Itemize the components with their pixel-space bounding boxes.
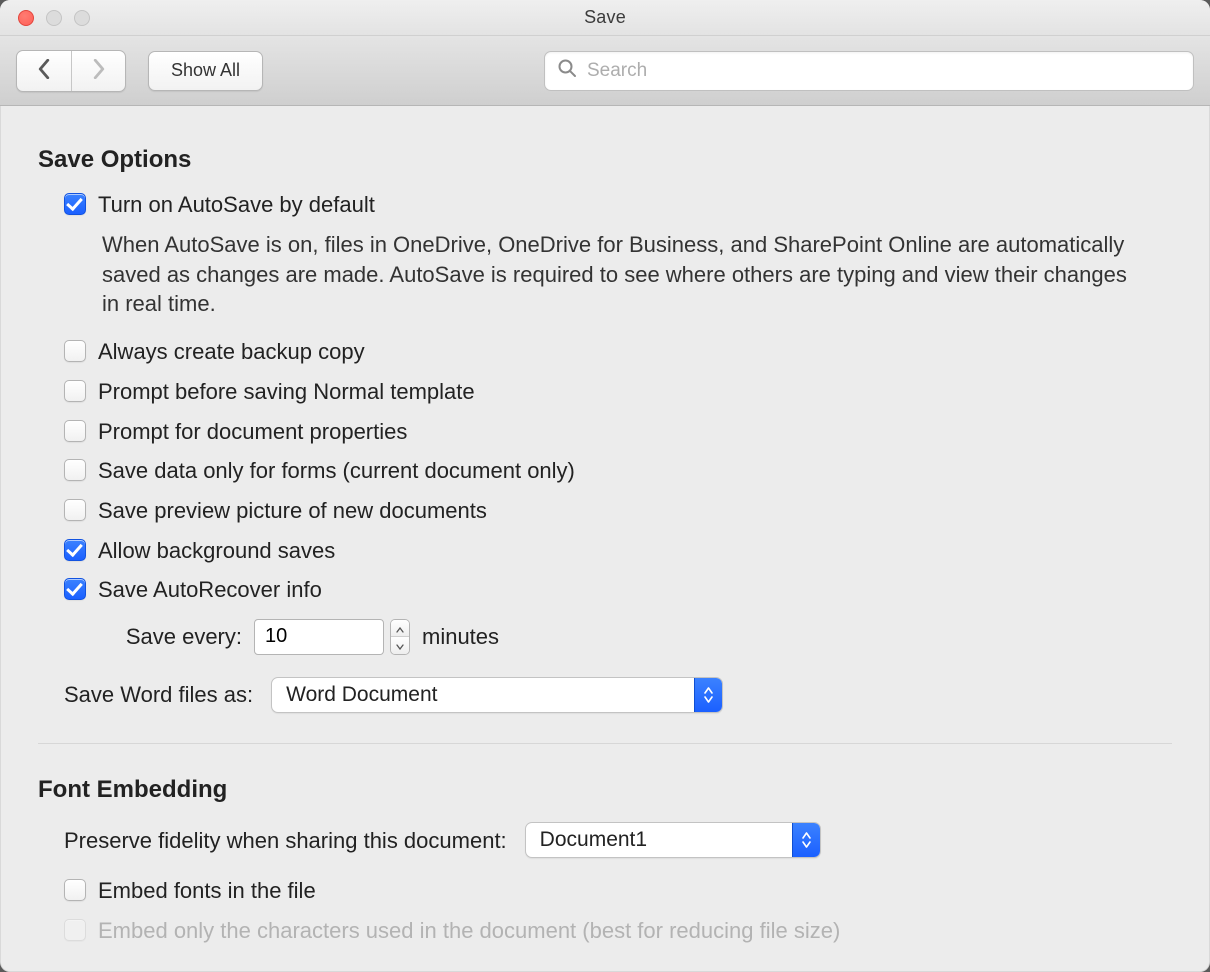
preview-picture-label: Save preview picture of new documents — [98, 496, 487, 526]
autorecover-label: Save AutoRecover info — [98, 575, 322, 605]
traffic-lights — [0, 10, 90, 26]
autosave-checkbox[interactable] — [64, 193, 86, 215]
search-field[interactable] — [544, 51, 1194, 91]
content-area: Save Options Turn on AutoSave by default… — [0, 106, 1210, 972]
embed-subset-checkbox — [64, 919, 86, 941]
embed-fonts-label: Embed fonts in the file — [98, 876, 316, 906]
stepper-up-button[interactable] — [391, 620, 409, 638]
font-embedding-heading: Font Embedding — [38, 774, 1172, 806]
save-options-heading: Save Options — [38, 144, 1172, 176]
prompt-normal-checkbox[interactable] — [64, 380, 86, 402]
autorecover-checkbox[interactable] — [64, 578, 86, 600]
window-title: Save — [0, 7, 1210, 28]
select-arrows-icon — [694, 678, 722, 712]
section-divider — [38, 743, 1172, 744]
titlebar: Save — [0, 0, 1210, 36]
embed-subset-label: Embed only the characters used in the do… — [98, 916, 840, 946]
prompt-properties-checkbox[interactable] — [64, 420, 86, 442]
minutes-label: minutes — [422, 622, 499, 652]
autosave-description: When AutoSave is on, files in OneDrive, … — [102, 230, 1146, 319]
preserve-fidelity-value: Document1 — [526, 823, 792, 857]
save-every-input[interactable] — [254, 619, 384, 655]
backup-copy-label: Always create backup copy — [98, 337, 365, 367]
back-button[interactable] — [17, 51, 71, 91]
forward-button[interactable] — [71, 51, 125, 91]
preferences-window: Save Show All Save Options — [0, 0, 1210, 972]
search-icon — [557, 58, 577, 83]
toolbar: Show All — [0, 36, 1210, 106]
minimize-window-button[interactable] — [46, 10, 62, 26]
save-every-label: Save every: — [102, 622, 242, 652]
preserve-fidelity-select[interactable]: Document1 — [525, 822, 821, 858]
close-window-button[interactable] — [18, 10, 34, 26]
preview-picture-checkbox[interactable] — [64, 499, 86, 521]
forms-only-checkbox[interactable] — [64, 459, 86, 481]
preserve-fidelity-label: Preserve fidelity when sharing this docu… — [64, 826, 507, 856]
embed-fonts-checkbox[interactable] — [64, 879, 86, 901]
forms-only-label: Save data only for forms (current docume… — [98, 456, 575, 486]
select-arrows-icon — [792, 823, 820, 857]
save-files-as-select[interactable]: Word Document — [271, 677, 723, 713]
backup-copy-checkbox[interactable] — [64, 340, 86, 362]
background-saves-checkbox[interactable] — [64, 539, 86, 561]
prompt-normal-label: Prompt before saving Normal template — [98, 377, 475, 407]
show-all-button[interactable]: Show All — [148, 51, 263, 91]
chevron-left-icon — [35, 59, 53, 82]
background-saves-label: Allow background saves — [98, 536, 335, 566]
nav-segment — [16, 50, 126, 92]
save-files-as-value: Word Document — [272, 678, 694, 712]
chevron-right-icon — [90, 59, 108, 82]
chevron-down-icon — [396, 638, 404, 653]
prompt-properties-label: Prompt for document properties — [98, 417, 407, 447]
save-every-stepper — [390, 619, 410, 655]
chevron-up-icon — [396, 621, 404, 636]
save-files-as-label: Save Word files as: — [64, 680, 253, 710]
stepper-down-button[interactable] — [391, 637, 409, 654]
maximize-window-button[interactable] — [74, 10, 90, 26]
autosave-label: Turn on AutoSave by default — [98, 190, 375, 220]
search-input[interactable] — [585, 59, 1181, 83]
